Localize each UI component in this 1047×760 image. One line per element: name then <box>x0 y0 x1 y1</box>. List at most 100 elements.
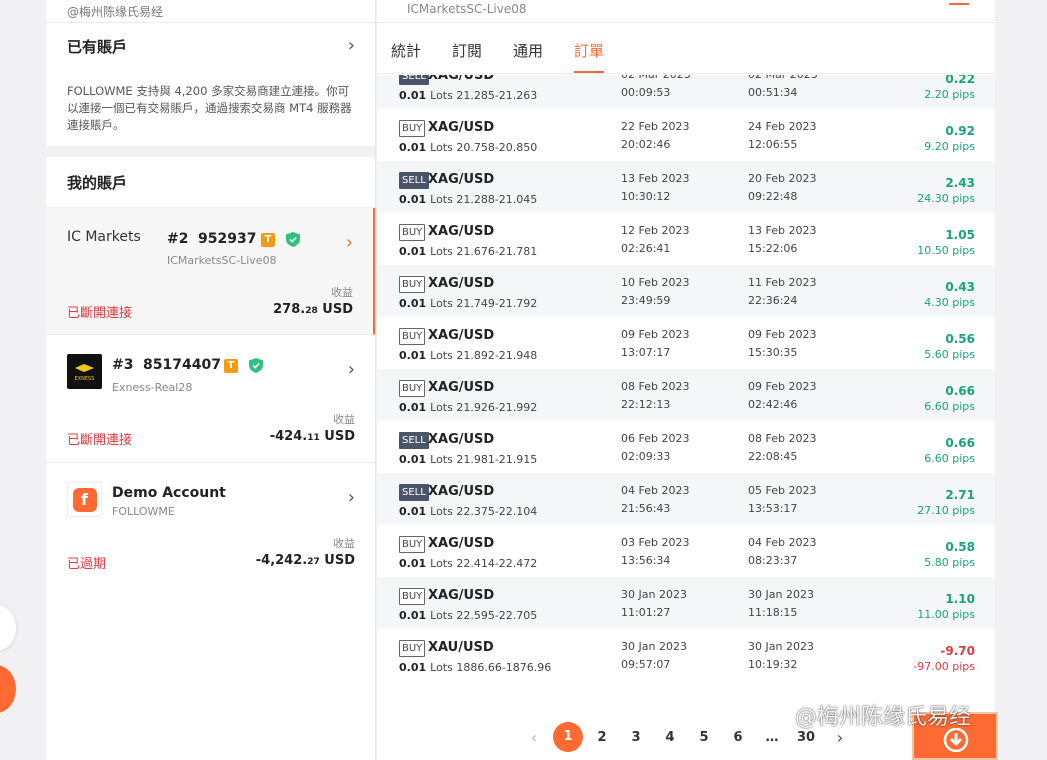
order-symbol: XAG/USD <box>428 484 495 499</box>
page-4-button[interactable]: 4 <box>653 730 687 745</box>
existing-account-header[interactable]: 已有賬戶 › <box>46 23 375 69</box>
account-card-ic-markets[interactable]: IC Markets #2 952937 T ICMarketsSC-Live0… <box>46 208 375 335</box>
order-row[interactable]: BUY XAG/USD 0.01 Lots 22.414-22.472 03 Feb 2… <box>377 525 995 577</box>
order-profit: 2.71 <box>945 488 975 502</box>
order-lots: 0.01 Lots 22.414-22.472 <box>399 557 538 570</box>
order-side-tag: BUY <box>399 536 426 553</box>
income-amount: -424.11 USD <box>269 429 355 444</box>
order-row[interactable]: SELL XAG/USD 0.01 Lots 21.288-21.045 13 Feb … <box>377 161 995 213</box>
order-pips: 4.30 pips <box>924 296 975 309</box>
page-3-button[interactable]: 3 <box>619 730 653 745</box>
order-row[interactable]: BUY XAG/USD 0.01 Lots 21.926-21.992 08 Feb 2… <box>377 369 995 421</box>
order-open-time: 09 Feb 2023 13:07:17 <box>621 328 690 359</box>
order-pips: -97.00 pips <box>913 660 975 673</box>
account-server: Exness-Real28 <box>112 381 193 394</box>
trader-badge-icon: T <box>261 233 275 247</box>
page-5-button[interactable]: 5 <box>687 730 721 745</box>
order-side-tag: BUY <box>399 120 426 137</box>
exness-logo-icon: EXNESS <box>67 354 102 389</box>
order-row[interactable]: SELL XAG/USD 0.01 Lots 21.981-21.915 06 Feb … <box>377 421 995 473</box>
order-symbol: XAG/USD <box>428 328 495 343</box>
order-open-time: 08 Feb 2023 22:12:13 <box>621 380 690 411</box>
order-open-time: 12 Feb 2023 02:26:41 <box>621 224 690 255</box>
top-stub: @梅州陈缘氏易经 <box>46 0 375 23</box>
chevron-right-icon: › <box>347 35 355 56</box>
connection-status: 已過期 <box>67 557 107 572</box>
order-side-tag: SELL <box>399 75 429 85</box>
tab-statistics[interactable]: 統計 <box>391 23 436 73</box>
order-side-tag: BUY <box>399 224 426 241</box>
income-label: 收益 <box>333 537 355 550</box>
order-symbol: XAG/USD <box>428 380 495 395</box>
order-side-tag: SELL <box>399 172 429 189</box>
svg-text:EXNESS: EXNESS <box>75 376 95 382</box>
order-lots: 0.01 Lots 21.285-21.263 <box>399 89 538 102</box>
order-close-time: 08 Feb 2023 22:08:45 <box>748 432 817 463</box>
order-close-time: 20 Feb 2023 09:22:48 <box>748 172 817 203</box>
order-row[interactable]: BUY XAU/USD 0.01 Lots 1886.66-1876.96 30 Jan… <box>377 629 995 681</box>
order-profit: 0.22 <box>945 75 975 86</box>
order-side-tag: SELL <box>399 432 429 449</box>
order-profit: 0.43 <box>945 280 975 294</box>
account-detail-panel: ICMarketsSC-Live08 統計 訂閱 通用 訂單 SELL XAG/U… <box>377 0 995 760</box>
verified-shield-icon <box>249 358 263 373</box>
menu-icon[interactable] <box>949 0 969 5</box>
order-lots: 0.01 Lots 21.926-21.992 <box>399 401 538 414</box>
order-side-tag: BUY <box>399 380 426 397</box>
order-profit: 1.10 <box>945 592 975 606</box>
order-row[interactable]: SELLXAG/USD 0.01Lots 21.285-21.263 02 Mar … <box>377 75 995 109</box>
chevron-right-icon: › <box>347 359 355 380</box>
floating-side-button[interactable] <box>0 606 16 650</box>
order-open-time: 06 Feb 2023 02:09:33 <box>621 432 690 463</box>
order-row[interactable]: BUY XAG/USD 0.01 Lots 21.676-21.781 12 Feb 2… <box>377 213 995 265</box>
income-amount: -4,242.27 USD <box>255 553 355 568</box>
account-card-exness[interactable]: EXNESS #3 85174407 T Exness-Real28 › 收益 … <box>46 335 375 463</box>
order-profit: 0.58 <box>945 540 975 554</box>
account-server: FOLLOWME <box>112 505 175 518</box>
page-6-button[interactable]: 6 <box>721 730 755 745</box>
tab-general[interactable]: 通用 <box>513 23 558 73</box>
trader-badge-icon: T <box>224 359 238 373</box>
existing-account-intro: FOLLOWME 支持與 4,200 多家交易商建立連接。你可以連接一個已有交易… <box>67 84 352 132</box>
order-pips: 5.60 pips <box>924 348 975 361</box>
order-close-time: 30 Jan 2023 10:19:32 <box>748 640 814 671</box>
order-row[interactable]: BUY XAG/USD 0.01 Lots 20.758-20.850 22 Feb 2… <box>377 109 995 161</box>
tab-orders[interactable]: 訂單 <box>574 23 619 73</box>
order-open-time: 13 Feb 2023 10:30:12 <box>621 172 690 203</box>
existing-account-title: 已有賬戶 <box>67 37 128 56</box>
order-open-time: 10 Feb 2023 23:49:59 <box>621 276 690 307</box>
order-symbol: XAG/USD <box>428 172 495 187</box>
tab-subscriptions[interactable]: 訂閱 <box>452 23 497 73</box>
connection-status: 已斷開連接 <box>67 306 133 321</box>
page-1-button[interactable]: 1 <box>553 722 583 752</box>
followme-logo-icon: f <box>67 482 102 517</box>
user-handle: @梅州陈缘氏易经 <box>67 5 164 19</box>
order-row[interactable]: SELL XAG/USD 0.01 Lots 22.375-22.104 04 Feb … <box>377 473 995 525</box>
order-row[interactable]: BUY XAG/USD 0.01 Lots 21.892-21.948 09 Feb 2… <box>377 317 995 369</box>
chevron-right-icon: › <box>345 232 353 253</box>
order-pips: 24.30 pips <box>917 192 975 205</box>
order-close-time: 09 Feb 2023 15:30:35 <box>748 328 817 359</box>
page-30-button[interactable]: 30 <box>789 730 823 745</box>
order-side-tag: BUY <box>399 640 426 657</box>
order-row[interactable]: BUY XAG/USD 0.01 Lots 21.749-21.792 10 Feb 2… <box>377 265 995 317</box>
order-row[interactable]: BUY XAG/USD 0.01 Lots 22.595-22.705 30 Jan 2… <box>377 577 995 629</box>
account-login: 952937 <box>198 231 257 247</box>
accounts-panel: @梅州陈缘氏易经 已有賬戶 › FOLLOWME 支持與 4,200 多家交易商… <box>46 0 376 760</box>
order-pips: 5.80 pips <box>924 556 975 569</box>
chevron-right-icon: › <box>347 487 355 508</box>
detail-tabs: 統計 訂閱 通用 訂單 <box>377 23 995 74</box>
order-lots: 0.01 Lots 22.595-22.705 <box>399 609 538 622</box>
prev-page-button[interactable]: ‹ <box>517 728 551 747</box>
floating-orange-button[interactable] <box>0 665 16 713</box>
account-login: 85174407 <box>143 357 221 373</box>
account-card-demo[interactable]: f Demo Account FOLLOWME › 收益 已過期 -4,242.… <box>46 463 375 591</box>
order-lots: 0.01 Lots 21.749-21.792 <box>399 297 538 310</box>
order-lots: 0.01 Lots 21.981-21.915 <box>399 453 538 466</box>
page-2-button[interactable]: 2 <box>585 730 619 745</box>
order-pips: 10.50 pips <box>917 244 975 257</box>
order-profit: 0.66 <box>945 436 975 450</box>
order-symbol: XAG/USD <box>428 75 495 83</box>
account-number: #3 <box>112 357 134 373</box>
income-label: 收益 <box>333 413 355 426</box>
